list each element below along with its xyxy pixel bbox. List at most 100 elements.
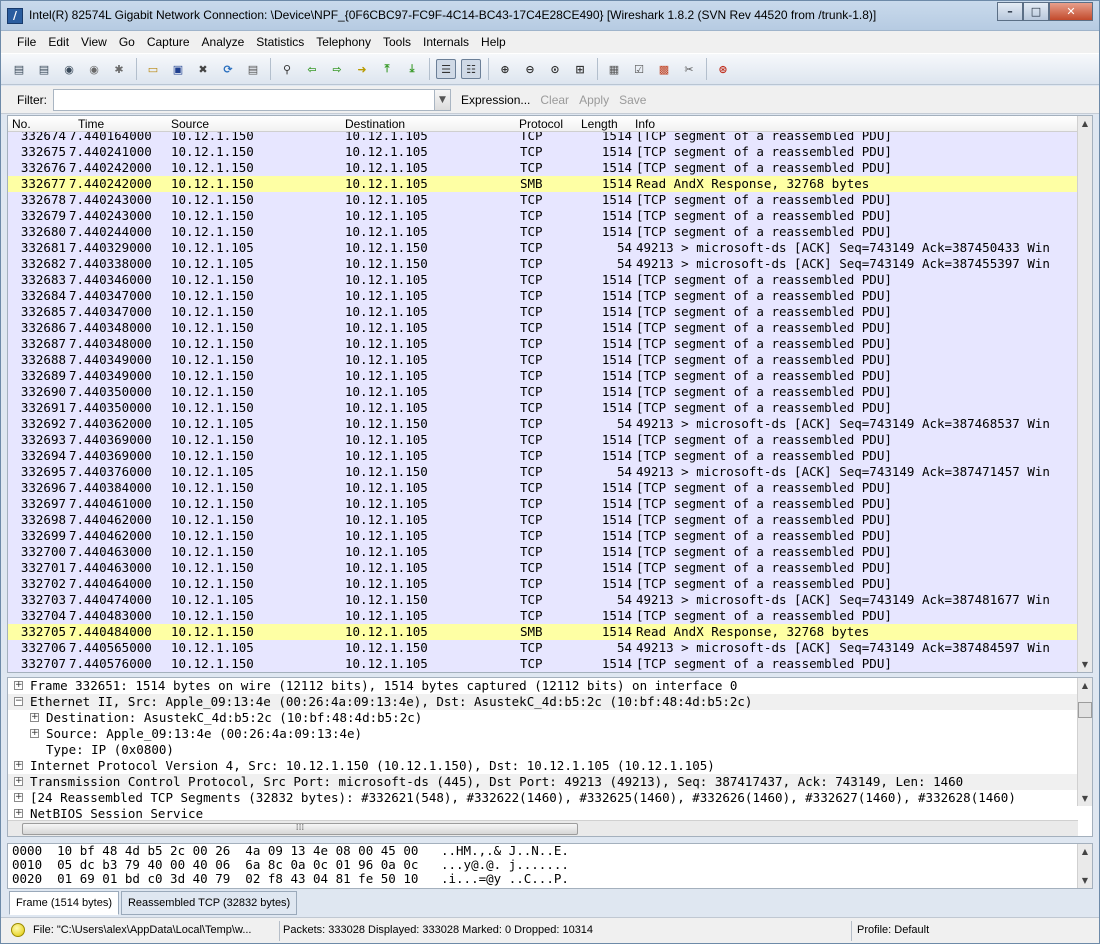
details-tree-item[interactable]: − Ethernet II, Src: Apple_09:13:4e (00:26… xyxy=(8,694,1092,710)
table-row[interactable]: 332695 7.440376000 10.12.1.105 10.12.1.150 T… xyxy=(8,464,1078,480)
capture-filters-button[interactable]: ▦ xyxy=(604,59,624,79)
table-row[interactable]: 332677 7.440242000 10.12.1.150 10.12.1.105 S… xyxy=(8,176,1078,192)
colorize-button[interactable]: ☰ xyxy=(436,59,456,79)
table-row[interactable]: 332703 7.440474000 10.12.1.105 10.12.1.150 T… xyxy=(8,592,1078,608)
column-header-time[interactable]: Time xyxy=(78,117,104,131)
status-profile[interactable]: Profile: Default xyxy=(857,924,929,936)
table-row[interactable]: 332678 7.440243000 10.12.1.150 10.12.1.105 T… xyxy=(8,192,1078,208)
table-row[interactable]: 332700 7.440463000 10.12.1.150 10.12.1.105 T… xyxy=(8,544,1078,560)
table-row[interactable]: 332705 7.440484000 10.12.1.150 10.12.1.105 S… xyxy=(8,624,1078,640)
packet-details-pane[interactable]: + Frame 332651: 1514 bytes on wire (12112… xyxy=(7,677,1093,837)
go-forward-button[interactable]: ⇨ xyxy=(327,59,347,79)
menu-go[interactable]: Go xyxy=(113,35,141,49)
find-packet-button[interactable]: ⚲ xyxy=(277,59,297,79)
zoom-in-button[interactable]: ⊕ xyxy=(495,59,515,79)
clear-button[interactable]: Clear xyxy=(540,93,569,107)
details-horizontal-scrollbar[interactable]: ⁞⁞⁞ xyxy=(8,820,1078,836)
details-tree-item[interactable]: Type: IP (0x0800) xyxy=(8,742,1092,758)
table-row[interactable]: 332702 7.440464000 10.12.1.150 10.12.1.105 T… xyxy=(8,576,1078,592)
horizontal-scroll-thumb[interactable]: ⁞⁞⁞ xyxy=(22,823,578,835)
scroll-down-icon[interactable]: ▼ xyxy=(1078,791,1092,806)
table-row[interactable]: 332699 7.440462000 10.12.1.150 10.12.1.105 T… xyxy=(8,528,1078,544)
display-filters-button[interactable]: ☑ xyxy=(629,59,649,79)
interfaces-button[interactable]: ▤ xyxy=(9,59,29,79)
column-header-info[interactable]: Info xyxy=(635,117,655,131)
expand-icon[interactable]: + xyxy=(14,777,23,786)
menu-capture[interactable]: Capture xyxy=(141,35,196,49)
details-tree-item[interactable]: + Source: Apple_09:13:4e (00:26:4a:09:13:… xyxy=(8,726,1092,742)
table-row[interactable]: 332693 7.440369000 10.12.1.150 10.12.1.105 T… xyxy=(8,432,1078,448)
details-tree-item[interactable]: + [24 Reassembled TCP Segments (32832 byt… xyxy=(8,790,1092,806)
scroll-up-icon[interactable]: ▲ xyxy=(1078,678,1092,693)
save-button[interactable]: Save xyxy=(619,93,646,107)
minimize-button[interactable]: – xyxy=(997,2,1023,21)
table-row[interactable]: 332698 7.440462000 10.12.1.150 10.12.1.105 T… xyxy=(8,512,1078,528)
details-tree-item[interactable]: + Frame 332651: 1514 bytes on wire (12112… xyxy=(8,678,1092,694)
table-row[interactable]: 332704 7.440483000 10.12.1.150 10.12.1.105 T… xyxy=(8,608,1078,624)
options-button[interactable]: ▤ xyxy=(34,59,54,79)
packet-list-scrollbar[interactable]: ▲ ▼ xyxy=(1077,116,1092,672)
table-row[interactable]: 332706 7.440565000 10.12.1.105 10.12.1.150 T… xyxy=(8,640,1078,656)
menu-edit[interactable]: Edit xyxy=(42,35,75,49)
close-file-button[interactable]: ✖ xyxy=(193,59,213,79)
collapse-icon[interactable]: − xyxy=(14,697,23,706)
tab-reassembled-tcp[interactable]: Reassembled TCP (32832 bytes) xyxy=(120,891,298,915)
menu-file[interactable]: File xyxy=(11,35,42,49)
table-row[interactable]: 332692 7.440362000 10.12.1.105 10.12.1.150 T… xyxy=(8,416,1078,432)
table-row[interactable]: 332696 7.440384000 10.12.1.150 10.12.1.105 T… xyxy=(8,480,1078,496)
go-first-button[interactable]: ⤒ xyxy=(377,59,397,79)
open-file-button[interactable]: ▭ xyxy=(143,59,163,79)
print-button[interactable]: ▤ xyxy=(243,59,263,79)
expand-icon[interactable]: + xyxy=(30,713,39,722)
filter-dropdown-button[interactable]: ▼ xyxy=(435,88,451,111)
scroll-thumb[interactable] xyxy=(1078,702,1092,718)
details-tree-item[interactable]: + Destination: AsustekC_4d:b5:2c (10:bf:4… xyxy=(8,710,1092,726)
tab-frame-bytes[interactable]: Frame (1514 bytes) xyxy=(9,891,119,915)
preferences-button[interactable]: ✂ xyxy=(679,59,699,79)
table-row[interactable]: 332680 7.440244000 10.12.1.150 10.12.1.105 T… xyxy=(8,224,1078,240)
zoom-out-button[interactable]: ⊖ xyxy=(520,59,540,79)
menu-telephony[interactable]: Telephony xyxy=(310,35,377,49)
table-row[interactable]: 332681 7.440329000 10.12.1.105 10.12.1.150 T… xyxy=(8,240,1078,256)
menu-view[interactable]: View xyxy=(75,35,113,49)
expand-icon[interactable]: + xyxy=(14,809,23,818)
table-row[interactable]: 332675 7.440241000 10.12.1.150 10.12.1.105 T… xyxy=(8,144,1078,160)
expand-icon[interactable]: + xyxy=(14,761,23,770)
column-header-source[interactable]: Source xyxy=(171,117,209,131)
table-row[interactable]: 332686 7.440348000 10.12.1.150 10.12.1.105 T… xyxy=(8,320,1078,336)
packet-bytes-pane[interactable]: 0000 10 bf 48 4d b5 2c 00 26 4a 09 13 4e… xyxy=(7,843,1093,889)
menu-internals[interactable]: Internals xyxy=(417,35,475,49)
table-row[interactable]: 332679 7.440243000 10.12.1.150 10.12.1.105 T… xyxy=(8,208,1078,224)
menu-tools[interactable]: Tools xyxy=(377,35,417,49)
column-header-protocol[interactable]: Protocol xyxy=(519,117,563,131)
stop-capture-button[interactable]: ◉ xyxy=(84,59,104,79)
go-to-packet-button[interactable]: ➜ xyxy=(352,59,372,79)
expand-icon[interactable]: + xyxy=(30,729,39,738)
expression-button[interactable]: Expression... xyxy=(461,93,530,107)
column-header-no[interactable]: No. xyxy=(12,117,31,131)
table-row[interactable]: 332682 7.440338000 10.12.1.105 10.12.1.150 T… xyxy=(8,256,1078,272)
table-row[interactable]: 332676 7.440242000 10.12.1.150 10.12.1.105 T… xyxy=(8,160,1078,176)
zoom-normal-button[interactable]: ⊙ xyxy=(545,59,565,79)
reload-button[interactable]: ⟳ xyxy=(218,59,238,79)
close-button[interactable]: ✕ xyxy=(1049,2,1093,21)
table-row[interactable]: 332683 7.440346000 10.12.1.150 10.12.1.105 T… xyxy=(8,272,1078,288)
go-last-button[interactable]: ⤓ xyxy=(402,59,422,79)
table-row[interactable]: 332701 7.440463000 10.12.1.150 10.12.1.105 T… xyxy=(8,560,1078,576)
menu-statistics[interactable]: Statistics xyxy=(250,35,310,49)
help-button[interactable]: ⊛ xyxy=(713,59,733,79)
table-row[interactable]: 332685 7.440347000 10.12.1.150 10.12.1.105 T… xyxy=(8,304,1078,320)
table-row[interactable]: 332697 7.440461000 10.12.1.150 10.12.1.105 T… xyxy=(8,496,1078,512)
bytes-scrollbar[interactable]: ▲ ▼ xyxy=(1077,844,1092,888)
details-tree-item[interactable]: + Internet Protocol Version 4, Src: 10.12… xyxy=(8,758,1092,774)
menu-help[interactable]: Help xyxy=(475,35,512,49)
column-header-destination[interactable]: Destination xyxy=(345,117,405,131)
table-row[interactable]: 332689 7.440349000 10.12.1.150 10.12.1.105 T… xyxy=(8,368,1078,384)
menu-analyze[interactable]: Analyze xyxy=(196,35,251,49)
packet-list-pane[interactable]: 332674 7.440164000 10.12.1.150 10.12.1.105 T… xyxy=(7,115,1093,673)
details-tree-item[interactable]: + Transmission Control Protocol, Src Port… xyxy=(8,774,1092,790)
scroll-down-icon[interactable]: ▼ xyxy=(1078,657,1092,672)
coloring-rules-button[interactable]: ▩ xyxy=(654,59,674,79)
scroll-up-icon[interactable]: ▲ xyxy=(1078,844,1092,859)
table-row[interactable]: 332707 7.440576000 10.12.1.150 10.12.1.105 T… xyxy=(8,656,1078,672)
